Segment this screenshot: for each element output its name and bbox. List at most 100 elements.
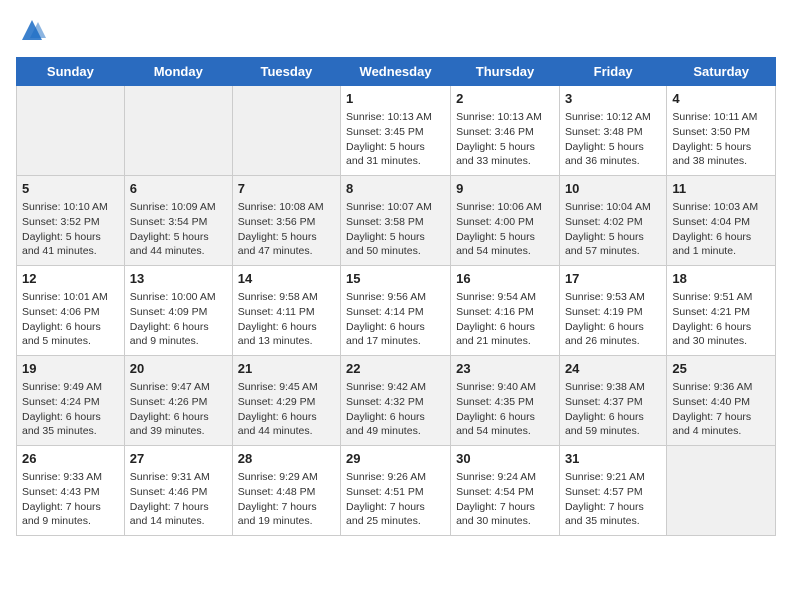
day-number: 20 xyxy=(130,360,227,378)
day-info: Sunrise: 10:00 AMSunset: 4:09 PMDaylight… xyxy=(130,290,227,349)
day-number: 13 xyxy=(130,270,227,288)
day-number: 2 xyxy=(456,90,554,108)
calendar-cell: 31 Sunrise: 9:21 AMSunset: 4:57 PMDayligh… xyxy=(559,446,666,536)
calendar-cell: 5Sunrise: 10:10 AMSunset: 3:52 PMDayligh… xyxy=(17,176,125,266)
day-info: Sunrise: 9:21 AMSunset: 4:57 PMDaylight:… xyxy=(565,470,661,529)
calendar-cell: 17Sunrise: 9:53 AMSunset: 4:19 PMDayligh… xyxy=(559,266,666,356)
calendar-cell: 3Sunrise: 10:12 AMSunset: 3:48 PMDayligh… xyxy=(559,86,666,176)
day-info: Sunrise: 9:33 AMSunset: 4:43 PMDaylight:… xyxy=(22,470,119,529)
calendar-header: SundayMondayTuesdayWednesdayThursdayFrid… xyxy=(17,58,776,86)
calendar-cell: 27 Sunrise: 9:31 AMSunset: 4:46 PMDayligh… xyxy=(124,446,232,536)
day-info: Sunrise: 9:47 AMSunset: 4:26 PMDaylight:… xyxy=(130,380,227,439)
weekday-header: Monday xyxy=(124,58,232,86)
calendar-cell: 15Sunrise: 9:56 AMSunset: 4:14 PMDayligh… xyxy=(341,266,451,356)
weekday-header: Saturday xyxy=(667,58,776,86)
calendar-week-row: 19 Sunrise: 9:49 AMSunset: 4:24 PMDayligh… xyxy=(17,356,776,446)
day-info: Sunrise: 9:31 AMSunset: 4:46 PMDaylight:… xyxy=(130,470,227,529)
day-number: 1 xyxy=(346,90,445,108)
day-info: Sunrise: 9:38 AMSunset: 4:37 PMDaylight:… xyxy=(565,380,661,439)
day-number: 25 xyxy=(672,360,770,378)
day-info: Sunrise: 9:40 AMSunset: 4:35 PMDaylight:… xyxy=(456,380,554,439)
page-header xyxy=(16,16,776,45)
day-number: 6 xyxy=(130,180,227,198)
day-info: Sunrise: 10:11 AMSunset: 3:50 PMDaylight… xyxy=(672,110,770,169)
day-info: Sunrise: 10:13 AMSunset: 3:45 PMDaylight… xyxy=(346,110,445,169)
day-number: 11 xyxy=(672,180,770,198)
calendar-cell: 10 Sunrise: 10:04 AMSunset: 4:02 PMDaylig… xyxy=(559,176,666,266)
day-info: Sunrise: 10:04 AMSunset: 4:02 PMDaylight… xyxy=(565,200,661,259)
calendar-cell: 26 Sunrise: 9:33 AMSunset: 4:43 PMDayligh… xyxy=(17,446,125,536)
day-number: 15 xyxy=(346,270,445,288)
day-number: 10 xyxy=(565,180,661,198)
calendar-cell: 23 Sunrise: 9:40 AMSunset: 4:35 PMDayligh… xyxy=(451,356,560,446)
calendar-cell: 7 Sunrise: 10:08 AMSunset: 3:56 PMDayligh… xyxy=(232,176,340,266)
weekday-header: Thursday xyxy=(451,58,560,86)
day-info: Sunrise: 9:26 AMSunset: 4:51 PMDaylight:… xyxy=(346,470,445,529)
calendar-cell: 22 Sunrise: 9:42 AMSunset: 4:32 PMDayligh… xyxy=(341,356,451,446)
day-info: Sunrise: 9:29 AMSunset: 4:48 PMDaylight:… xyxy=(238,470,335,529)
day-number: 16 xyxy=(456,270,554,288)
calendar-week-row: 1 Sunrise: 10:13 AMSunset: 3:45 PMDayligh… xyxy=(17,86,776,176)
day-info: Sunrise: 9:49 AMSunset: 4:24 PMDaylight:… xyxy=(22,380,119,439)
day-info: Sunrise: 10:13 AMSunset: 3:46 PMDaylight… xyxy=(456,110,554,169)
day-info: Sunrise: 10:08 AMSunset: 3:56 PMDaylight… xyxy=(238,200,335,259)
calendar-cell: 9Sunrise: 10:06 AMSunset: 4:00 PMDayligh… xyxy=(451,176,560,266)
calendar-cell xyxy=(232,86,340,176)
calendar-cell: 20 Sunrise: 9:47 AMSunset: 4:26 PMDayligh… xyxy=(124,356,232,446)
day-number: 30 xyxy=(456,450,554,468)
day-info: Sunrise: 10:03 AMSunset: 4:04 PMDaylight… xyxy=(672,200,770,259)
calendar-cell: 12 Sunrise: 10:01 AMSunset: 4:06 PMDaylig… xyxy=(17,266,125,356)
day-info: Sunrise: 9:42 AMSunset: 4:32 PMDaylight:… xyxy=(346,380,445,439)
calendar-cell: 28 Sunrise: 9:29 AMSunset: 4:48 PMDayligh… xyxy=(232,446,340,536)
day-number: 9 xyxy=(456,180,554,198)
weekday-header: Wednesday xyxy=(341,58,451,86)
day-number: 21 xyxy=(238,360,335,378)
day-number: 22 xyxy=(346,360,445,378)
day-number: 23 xyxy=(456,360,554,378)
calendar-cell xyxy=(667,446,776,536)
day-info: Sunrise: 10:01 AMSunset: 4:06 PMDaylight… xyxy=(22,290,119,349)
calendar-cell xyxy=(17,86,125,176)
calendar-cell: 4 Sunrise: 10:11 AMSunset: 3:50 PMDayligh… xyxy=(667,86,776,176)
calendar-cell: 1 Sunrise: 10:13 AMSunset: 3:45 PMDayligh… xyxy=(341,86,451,176)
calendar-cell: 30 Sunrise: 9:24 AMSunset: 4:54 PMDayligh… xyxy=(451,446,560,536)
day-info: Sunrise: 9:36 AMSunset: 4:40 PMDaylight:… xyxy=(672,380,770,439)
day-number: 8 xyxy=(346,180,445,198)
day-info: Sunrise: 9:51 AMSunset: 4:21 PMDaylight:… xyxy=(672,290,770,349)
day-info: Sunrise: 9:54 AMSunset: 4:16 PMDaylight:… xyxy=(456,290,554,349)
day-info: Sunrise: 9:58 AMSunset: 4:11 PMDaylight:… xyxy=(238,290,335,349)
calendar-cell: 11 Sunrise: 10:03 AMSunset: 4:04 PMDaylig… xyxy=(667,176,776,266)
day-info: Sunrise: 10:09 AMSunset: 3:54 PMDaylight… xyxy=(130,200,227,259)
day-number: 18 xyxy=(672,270,770,288)
day-number: 17 xyxy=(565,270,661,288)
calendar-cell xyxy=(124,86,232,176)
calendar-cell: 2 Sunrise: 10:13 AMSunset: 3:46 PMDayligh… xyxy=(451,86,560,176)
calendar-cell: 25 Sunrise: 9:36 AMSunset: 4:40 PMDayligh… xyxy=(667,356,776,446)
day-number: 14 xyxy=(238,270,335,288)
calendar-cell: 6 Sunrise: 10:09 AMSunset: 3:54 PMDayligh… xyxy=(124,176,232,266)
day-number: 19 xyxy=(22,360,119,378)
day-info: Sunrise: 9:24 AMSunset: 4:54 PMDaylight:… xyxy=(456,470,554,529)
day-number: 12 xyxy=(22,270,119,288)
day-info: Sunrise: 10:07 AMSunset: 3:58 PMDaylight… xyxy=(346,200,445,259)
weekday-header: Sunday xyxy=(17,58,125,86)
calendar-week-row: 5Sunrise: 10:10 AMSunset: 3:52 PMDayligh… xyxy=(17,176,776,266)
calendar-cell: 14 Sunrise: 9:58 AMSunset: 4:11 PMDayligh… xyxy=(232,266,340,356)
logo xyxy=(16,16,46,45)
calendar-cell: 24Sunrise: 9:38 AMSunset: 4:37 PMDayligh… xyxy=(559,356,666,446)
day-info: Sunrise: 10:10 AMSunset: 3:52 PMDaylight… xyxy=(22,200,119,259)
day-number: 4 xyxy=(672,90,770,108)
day-number: 31 xyxy=(565,450,661,468)
day-number: 7 xyxy=(238,180,335,198)
day-info: Sunrise: 10:12 AMSunset: 3:48 PMDaylight… xyxy=(565,110,661,169)
day-number: 26 xyxy=(22,450,119,468)
calendar-cell: 16 Sunrise: 9:54 AMSunset: 4:16 PMDayligh… xyxy=(451,266,560,356)
weekday-header: Friday xyxy=(559,58,666,86)
calendar-week-row: 26 Sunrise: 9:33 AMSunset: 4:43 PMDayligh… xyxy=(17,446,776,536)
day-number: 29 xyxy=(346,450,445,468)
day-number: 27 xyxy=(130,450,227,468)
calendar-cell: 19 Sunrise: 9:49 AMSunset: 4:24 PMDayligh… xyxy=(17,356,125,446)
day-info: Sunrise: 9:45 AMSunset: 4:29 PMDaylight:… xyxy=(238,380,335,439)
calendar-cell: 18 Sunrise: 9:51 AMSunset: 4:21 PMDayligh… xyxy=(667,266,776,356)
day-number: 28 xyxy=(238,450,335,468)
